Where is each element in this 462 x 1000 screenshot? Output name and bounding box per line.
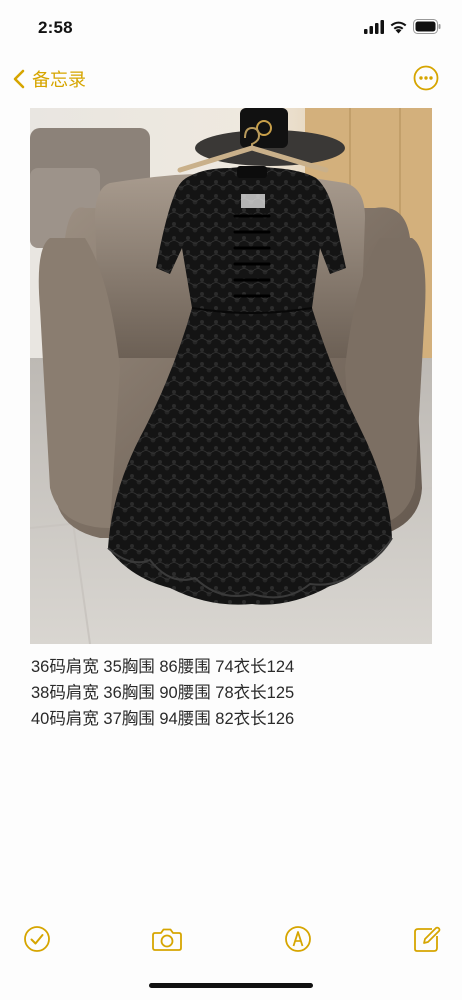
status-bar: 2:58 bbox=[0, 0, 462, 50]
note-line: 36码肩宽 35胸围 86腰围 74衣长124 bbox=[31, 658, 295, 676]
note-line: 38码肩宽 36胸围 90腰围 78衣长125 bbox=[31, 684, 295, 702]
note-image[interactable] bbox=[30, 108, 432, 644]
dress-photo bbox=[30, 108, 432, 644]
chevron-left-icon bbox=[13, 69, 25, 89]
cellular-signal-icon bbox=[364, 20, 384, 34]
compose-icon[interactable] bbox=[412, 924, 442, 954]
ellipsis-circle-icon[interactable] bbox=[413, 65, 439, 91]
battery-icon bbox=[413, 19, 441, 34]
back-button-label: 备忘录 bbox=[32, 70, 86, 90]
camera-icon[interactable] bbox=[151, 924, 183, 954]
note-body[interactable]: 36码肩宽 35胸围 86腰围 74衣长124 38码肩宽 36胸围 90腰围 … bbox=[31, 654, 451, 732]
bottom-toolbar bbox=[0, 920, 462, 960]
markup-pen-icon[interactable] bbox=[283, 924, 313, 954]
note-line: 40码肩宽 37胸围 94腰围 82衣长126 bbox=[31, 710, 295, 728]
nav-bar: 备忘录 bbox=[0, 58, 462, 98]
status-time: 2:58 bbox=[38, 18, 73, 37]
back-button[interactable]: 备忘录 bbox=[12, 64, 86, 94]
checklist-icon[interactable] bbox=[22, 924, 52, 954]
wifi-icon bbox=[390, 21, 407, 34]
home-indicator bbox=[149, 983, 313, 988]
